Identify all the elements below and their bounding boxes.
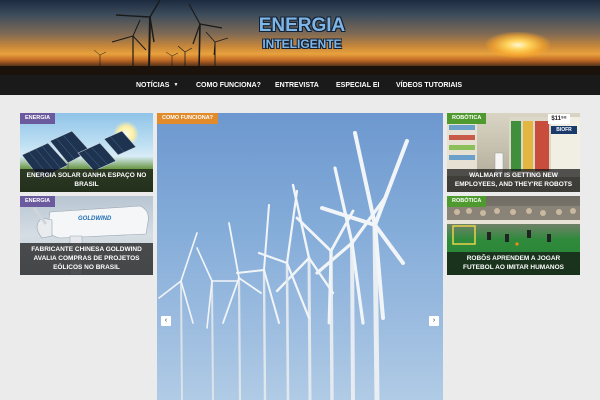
article-tile-goldwind[interactable]: GOLDWIND ENERGIA FABRICANTE CHINESA GOLD… [20,196,153,275]
nav-item-como-funciona[interactable]: COMO FUNCIONA? [196,75,261,95]
sunset-sun [486,32,550,58]
goldwind-brand-text: GOLDWIND [78,216,112,222]
site-header: ENERGIA INTELIGENTE [0,0,600,75]
slider-next-button[interactable]: › [429,316,439,326]
nav-item-label: NOTÍCIAS [136,82,170,89]
chevron-left-icon: ‹ [164,317,168,324]
main-slider[interactable]: COMO FUNCIONA? [157,113,443,400]
store-sign: BIOFR [551,126,577,134]
article-title[interactable]: WALMART IS GETTING NEW EMPLOYEES, AND TH… [447,169,580,192]
nav-item-entrevista[interactable]: ENTREVISTA [275,75,319,95]
price-sign: $11⁹⁸ [548,114,570,124]
article-title[interactable]: ENERGIA SOLAR GANHA ESPAÇO NO BRASIL [20,169,153,192]
category-tag[interactable]: ENERGIA [20,196,56,207]
article-tile-robot-football[interactable]: ROBÓTICA ROBÔS APRENDEM A JOGAR FUTEBOL … [447,196,580,275]
chevron-down-icon: ▼ [173,82,179,88]
site-logo[interactable]: ENERGIA INTELIGENTE [250,16,354,54]
category-tag[interactable]: COMO FUNCIONA? [157,113,219,124]
horizon-silhouette [0,66,600,75]
main-navigation: NOTÍCIAS ▼ COMO FUNCIONA? ENTREVISTA ESPE… [0,75,600,95]
category-tag[interactable]: ROBÓTICA [447,113,487,124]
category-tag[interactable]: ENERGIA [20,113,56,124]
category-tag[interactable]: ROBÓTICA [447,196,487,207]
nav-item-especial-ei[interactable]: ESPECIAL EI [336,75,379,95]
nav-item-label: COMO FUNCIONA? [196,82,261,89]
article-title[interactable]: FABRICANTE CHINESA GOLDWIND AVALIA COMPR… [20,243,153,275]
logo-text-line2: INTELIGENTE [262,37,342,51]
nav-item-videos-tutoriais[interactable]: VÍDEOS TUTORIAIS [396,75,462,95]
article-tile-solar[interactable]: ENERGIA ENERGIA SOLAR GANHA ESPAÇO NO BR… [20,113,153,192]
wind-turbines-illustration [158,131,409,400]
article-title[interactable]: ROBÔS APRENDEM A JOGAR FUTEBOL AO IMITAR… [447,252,580,275]
header-wind-turbines-image [93,0,229,71]
logo-text-line1: ENERGIA [258,15,346,36]
nav-item-label: VÍDEOS TUTORIAIS [396,82,462,89]
nav-item-label: ENTREVISTA [275,82,319,89]
nav-item-noticias[interactable]: NOTÍCIAS ▼ [136,75,178,95]
nav-item-label: ESPECIAL EI [336,82,380,89]
article-tile-walmart[interactable]: $11⁹⁸ BIOFR ROBÓTICA WALMART IS GETTING … [447,113,580,192]
chevron-right-icon: › [432,317,436,324]
slider-prev-button[interactable]: ‹ [161,316,171,326]
